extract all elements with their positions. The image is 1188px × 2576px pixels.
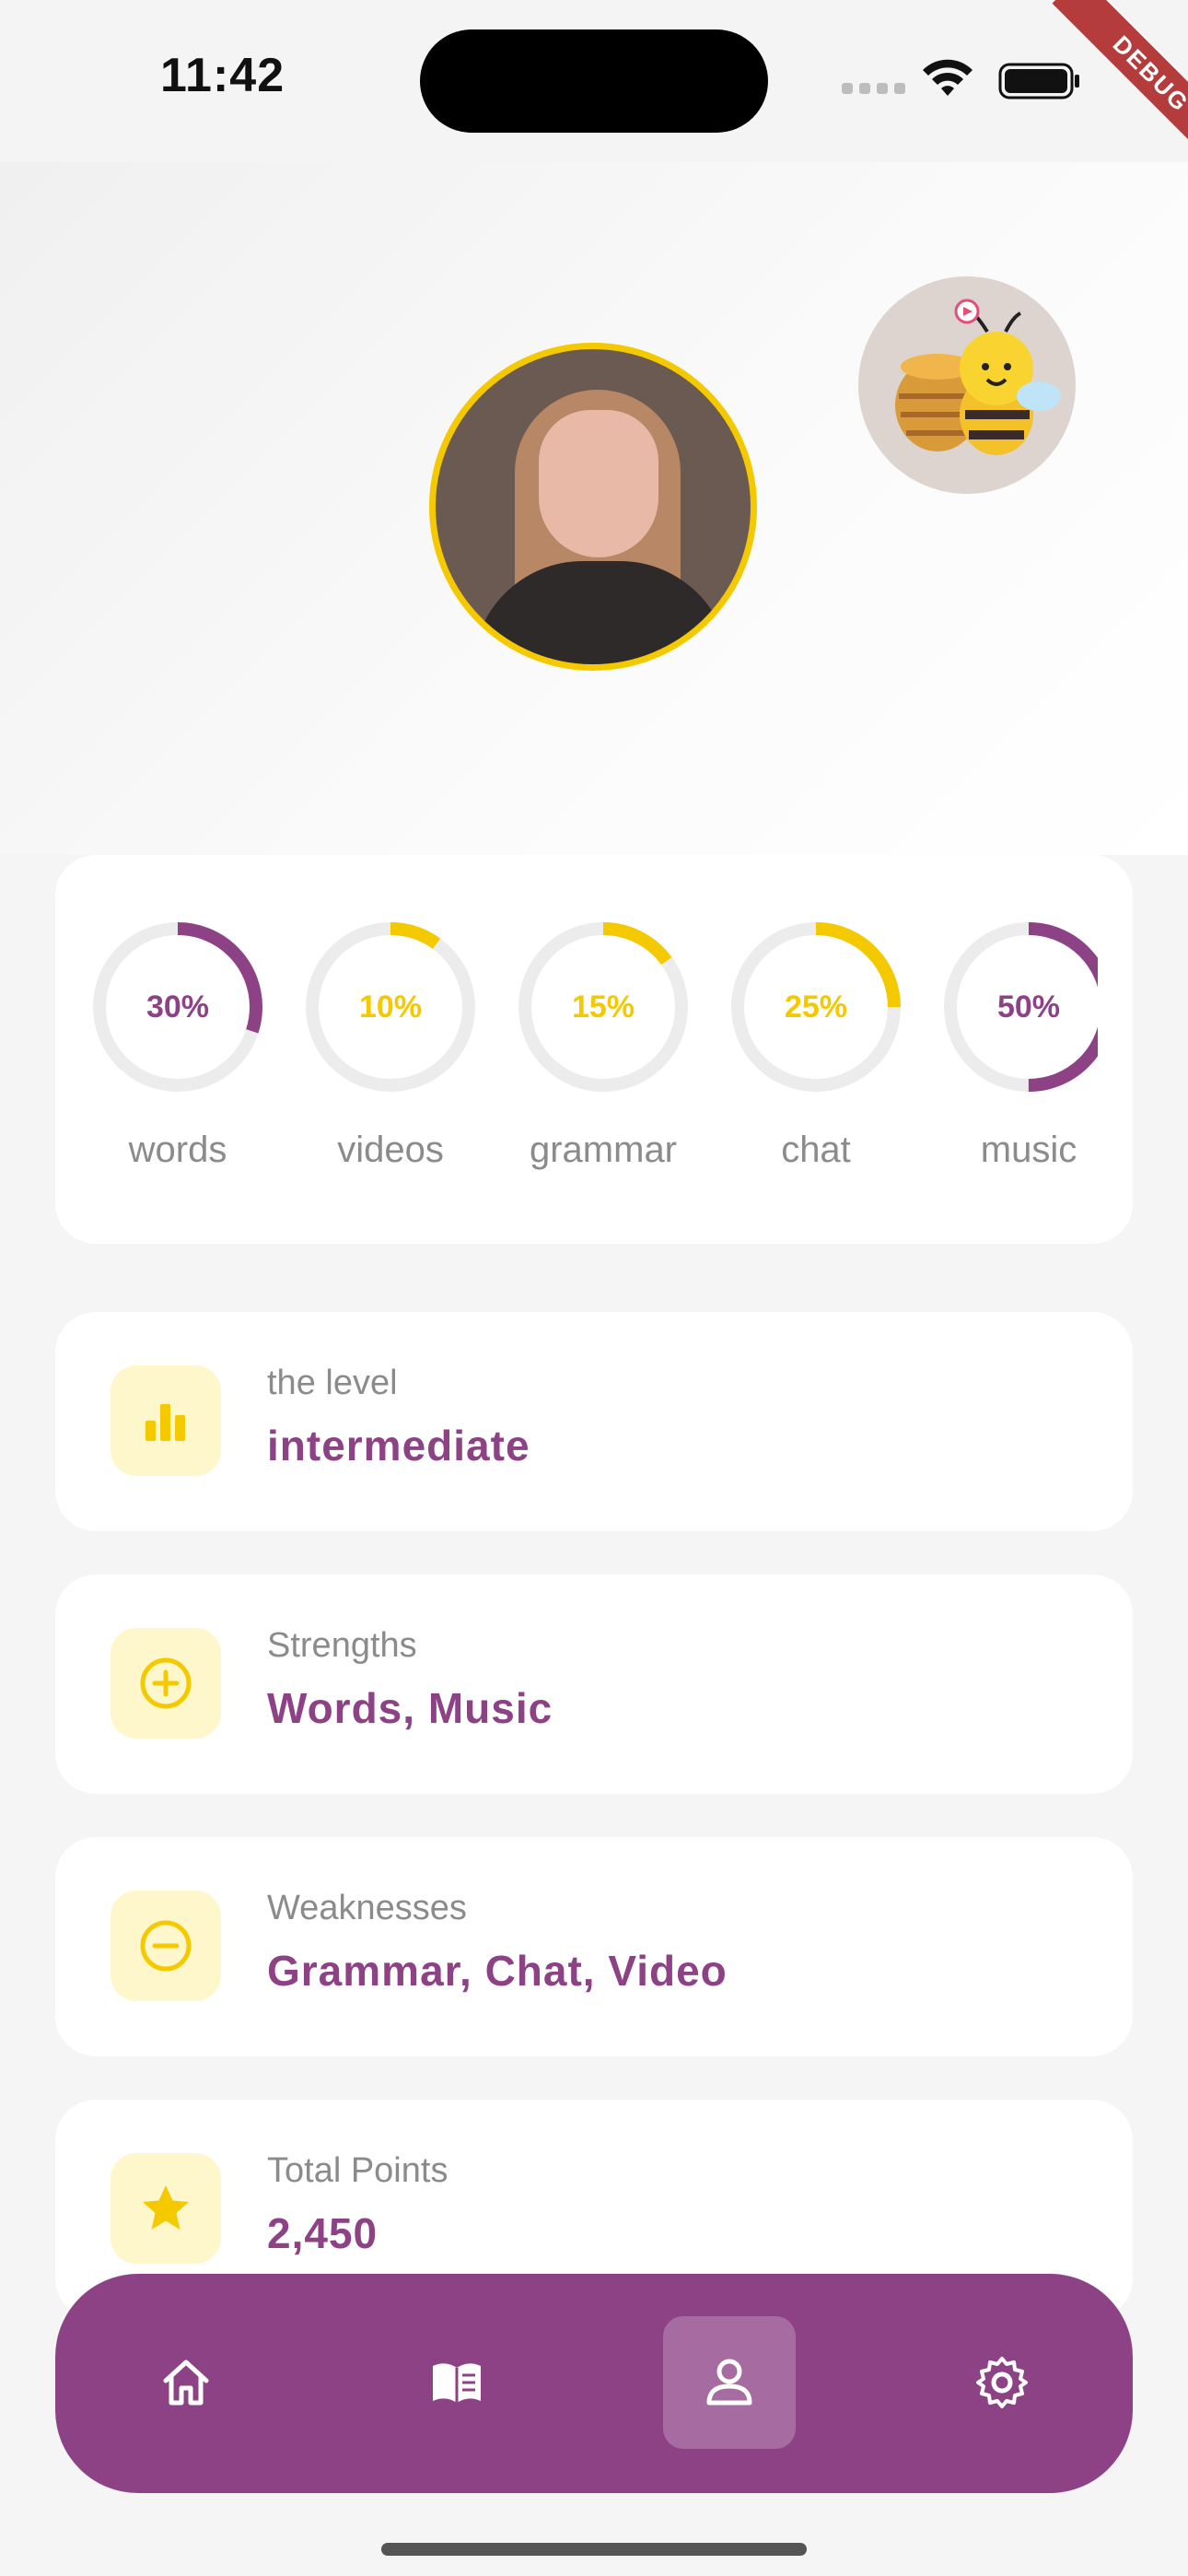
settings-icon — [976, 2357, 1028, 2408]
level-label: the level — [267, 1364, 398, 1402]
book-icon — [433, 2363, 481, 2403]
debug-banner: DEBUG — [1022, 0, 1188, 166]
progress-label: words — [128, 1130, 227, 1170]
star-icon — [143, 2185, 189, 2230]
total-points-label: Total Points — [267, 2151, 448, 2190]
progress-item-1: 10% videos — [303, 919, 478, 1196]
bottom-navigation-bar — [55, 2274, 1133, 2493]
dynamic-island — [420, 29, 768, 133]
strengths-value: Words, Music — [267, 1684, 553, 1732]
progress-item-4: 50% music — [941, 919, 1098, 1196]
home-indicator — [381, 2543, 807, 2556]
nav-book-button[interactable] — [390, 2316, 523, 2449]
nav-profile-button[interactable] — [663, 2316, 796, 2449]
progress-item-0: 30% words — [90, 919, 265, 1196]
cellular-signal-icon — [842, 83, 906, 94]
plus-circle-icon — [140, 1657, 192, 1709]
level-value: intermediate — [267, 1422, 530, 1469]
total-points-value: 2,450 — [267, 2209, 379, 2257]
weaknesses-value: Grammar, Chat, Video — [267, 1947, 728, 1995]
status-time: 11:42 — [160, 49, 285, 102]
bar-chart-icon — [146, 1404, 185, 1441]
home-icon — [163, 2359, 209, 2406]
bee-mascot-icon[interactable] — [858, 276, 1076, 494]
level-icon-box — [111, 1365, 221, 1476]
level-card[interactable]: the level intermediate — [55, 1312, 1133, 1531]
avatar-face — [539, 410, 658, 557]
progress-percent: 10% — [358, 989, 423, 1025]
status-bar: 11:42 — [0, 0, 1188, 162]
progress-scroll-row[interactable]: 30% words 10% videos 15% grammar 25% chat 50% mus… — [90, 919, 1098, 1196]
debug-label: DEBUG — [1052, 0, 1188, 166]
person-icon — [706, 2359, 752, 2406]
minus-circle-icon — [140, 1920, 192, 1972]
wifi-icon — [923, 59, 973, 96]
progress-label: grammar — [529, 1130, 678, 1170]
profile-avatar[interactable] — [429, 343, 757, 671]
progress-label: videos — [337, 1130, 444, 1170]
progress-item-2: 15% grammar — [516, 919, 691, 1196]
progress-label: chat — [781, 1130, 851, 1170]
avatar-shirt — [472, 561, 730, 664]
progress-item-3: 25% chat — [728, 919, 903, 1196]
progress-percent: 30% — [146, 989, 210, 1025]
progress-card: 30% words 10% videos 15% grammar 25% chat 50% mus… — [55, 855, 1133, 1244]
progress-percent: 15% — [571, 989, 635, 1025]
weaknesses-card[interactable]: Weaknesses Grammar, Chat, Video — [55, 1837, 1133, 2056]
strengths-icon-box — [111, 1628, 221, 1739]
nav-home-button[interactable] — [120, 2316, 252, 2449]
points-icon-box — [111, 2153, 221, 2264]
progress-percent: 50% — [996, 989, 1061, 1025]
weaknesses-icon-box — [111, 1891, 221, 2001]
strengths-card[interactable]: Strengths Words, Music — [55, 1575, 1133, 1794]
weaknesses-label: Weaknesses — [267, 1889, 467, 1927]
progress-label: music — [980, 1130, 1077, 1170]
strengths-label: Strengths — [267, 1626, 417, 1665]
nav-settings-button[interactable] — [936, 2316, 1068, 2449]
progress-percent: 25% — [784, 989, 848, 1025]
